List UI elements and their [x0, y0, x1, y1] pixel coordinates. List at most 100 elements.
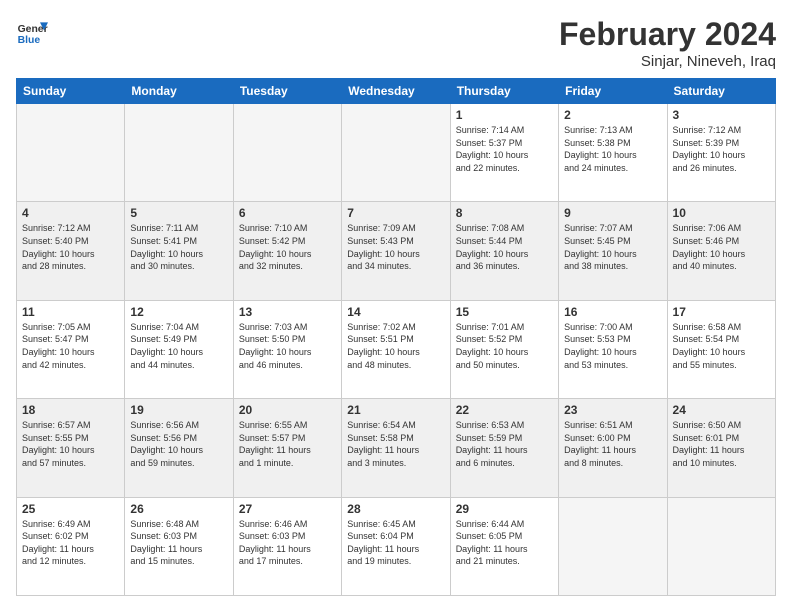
day-number: 11 — [22, 305, 119, 319]
table-row: 29Sunrise: 6:44 AMSunset: 6:05 PMDayligh… — [450, 497, 558, 595]
day-info: Sunrise: 6:50 AMSunset: 6:01 PMDaylight:… — [673, 419, 770, 469]
day-number: 12 — [130, 305, 227, 319]
table-row — [342, 104, 450, 202]
day-info: Sunrise: 7:04 AMSunset: 5:49 PMDaylight:… — [130, 321, 227, 371]
calendar-week-row: 1Sunrise: 7:14 AMSunset: 5:37 PMDaylight… — [17, 104, 776, 202]
table-row: 19Sunrise: 6:56 AMSunset: 5:56 PMDayligh… — [125, 399, 233, 497]
day-info: Sunrise: 7:02 AMSunset: 5:51 PMDaylight:… — [347, 321, 444, 371]
logo: General Blue — [16, 16, 52, 48]
day-info: Sunrise: 6:57 AMSunset: 5:55 PMDaylight:… — [22, 419, 119, 469]
main-title: February 2024 — [559, 16, 776, 53]
day-info: Sunrise: 6:51 AMSunset: 6:00 PMDaylight:… — [564, 419, 661, 469]
day-info: Sunrise: 7:10 AMSunset: 5:42 PMDaylight:… — [239, 222, 336, 272]
day-number: 6 — [239, 206, 336, 220]
day-number: 19 — [130, 403, 227, 417]
day-number: 23 — [564, 403, 661, 417]
day-number: 14 — [347, 305, 444, 319]
day-number: 15 — [456, 305, 553, 319]
table-row: 4 Sunrise: 7:12 AMSunset: 5:40 PMDaylight… — [17, 202, 125, 300]
day-info: Sunrise: 7:06 AMSunset: 5:46 PMDaylight:… — [673, 222, 770, 272]
table-row: 17 Sunrise: 6:58 AMSunset: 5:54 PMDayligh… — [667, 300, 775, 398]
day-number: 20 — [239, 403, 336, 417]
table-row: 12 Sunrise: 7:04 AMSunset: 5:49 PMDayligh… — [125, 300, 233, 398]
svg-text:Blue: Blue — [18, 35, 41, 46]
day-number: 10 — [673, 206, 770, 220]
day-number: 13 — [239, 305, 336, 319]
header: General Blue February 2024 Sinjar, Ninev… — [16, 16, 776, 70]
day-number: 9 — [564, 206, 661, 220]
header-row: Sunday Monday Tuesday Wednesday Thursday… — [17, 79, 776, 104]
day-number: 7 — [347, 206, 444, 220]
calendar-table: Sunday Monday Tuesday Wednesday Thursday… — [16, 78, 776, 596]
calendar-week-row: 25Sunrise: 6:49 AMSunset: 6:02 PMDayligh… — [17, 497, 776, 595]
day-info: Sunrise: 6:44 AMSunset: 6:05 PMDaylight:… — [456, 518, 553, 568]
table-row: 28 Sunrise: 6:45 AMSunset: 6:04 PMDayligh… — [342, 497, 450, 595]
day-number: 24 — [673, 403, 770, 417]
table-row: 14 Sunrise: 7:02 AMSunset: 5:51 PMDayligh… — [342, 300, 450, 398]
day-number: 17 — [673, 305, 770, 319]
day-number: 27 — [239, 502, 336, 516]
day-info: Sunrise: 7:09 AMSunset: 5:43 PMDaylight:… — [347, 222, 444, 272]
day-info: Sunrise: 7:03 AMSunset: 5:50 PMDaylight:… — [239, 321, 336, 371]
day-number: 8 — [456, 206, 553, 220]
day-number: 26 — [130, 502, 227, 516]
table-row: 15 Sunrise: 7:01 AMSunset: 5:52 PMDayligh… — [450, 300, 558, 398]
day-number: 21 — [347, 403, 444, 417]
day-info: Sunrise: 6:54 AMSunset: 5:58 PMDaylight:… — [347, 419, 444, 469]
day-number: 16 — [564, 305, 661, 319]
table-row: 7 Sunrise: 7:09 AMSunset: 5:43 PMDaylight… — [342, 202, 450, 300]
table-row: 6 Sunrise: 7:10 AMSunset: 5:42 PMDaylight… — [233, 202, 341, 300]
table-row: 1Sunrise: 7:14 AMSunset: 5:37 PMDaylight… — [450, 104, 558, 202]
table-row: 20 Sunrise: 6:55 AMSunset: 5:57 PMDayligh… — [233, 399, 341, 497]
table-row: 3Sunrise: 7:12 AMSunset: 5:39 PMDaylight… — [667, 104, 775, 202]
table-row — [125, 104, 233, 202]
table-row: 27 Sunrise: 6:46 AMSunset: 6:03 PMDayligh… — [233, 497, 341, 595]
logo-icon: General Blue — [16, 16, 48, 48]
col-sunday: Sunday — [17, 79, 125, 104]
day-number: 5 — [130, 206, 227, 220]
page: General Blue February 2024 Sinjar, Ninev… — [0, 0, 792, 612]
col-friday: Friday — [559, 79, 667, 104]
day-info: Sunrise: 7:05 AMSunset: 5:47 PMDaylight:… — [22, 321, 119, 371]
day-number: 18 — [22, 403, 119, 417]
day-info: Sunrise: 7:01 AMSunset: 5:52 PMDaylight:… — [456, 321, 553, 371]
table-row: 9 Sunrise: 7:07 AMSunset: 5:45 PMDaylight… — [559, 202, 667, 300]
day-info: Sunrise: 6:46 AMSunset: 6:03 PMDaylight:… — [239, 518, 336, 568]
table-row: 16 Sunrise: 7:00 AMSunset: 5:53 PMDayligh… — [559, 300, 667, 398]
day-number: 2 — [564, 108, 661, 122]
table-row: 18 Sunrise: 6:57 AMSunset: 5:55 PMDayligh… — [17, 399, 125, 497]
col-thursday: Thursday — [450, 79, 558, 104]
table-row: 2 Sunrise: 7:13 AMSunset: 5:38 PMDaylight… — [559, 104, 667, 202]
day-info: Sunrise: 6:48 AMSunset: 6:03 PMDaylight:… — [130, 518, 227, 568]
day-info: Sunrise: 6:45 AMSunset: 6:04 PMDaylight:… — [347, 518, 444, 568]
title-block: February 2024 Sinjar, Nineveh, Iraq — [559, 16, 776, 70]
day-number: 4 — [22, 206, 119, 220]
table-row: 10 Sunrise: 7:06 AMSunset: 5:46 PMDayligh… — [667, 202, 775, 300]
table-row — [17, 104, 125, 202]
day-info: Sunrise: 7:07 AMSunset: 5:45 PMDaylight:… — [564, 222, 661, 272]
table-row: 21 Sunrise: 6:54 AMSunset: 5:58 PMDayligh… — [342, 399, 450, 497]
day-info: Sunrise: 6:49 AMSunset: 6:02 PMDaylight:… — [22, 518, 119, 568]
table-row: 25Sunrise: 6:49 AMSunset: 6:02 PMDayligh… — [17, 497, 125, 595]
day-number: 28 — [347, 502, 444, 516]
table-row — [233, 104, 341, 202]
day-info: Sunrise: 7:14 AMSunset: 5:37 PMDaylight:… — [456, 124, 553, 174]
table-row: 24 Sunrise: 6:50 AMSunset: 6:01 PMDayligh… — [667, 399, 775, 497]
table-row: 13 Sunrise: 7:03 AMSunset: 5:50 PMDayligh… — [233, 300, 341, 398]
table-row: 23 Sunrise: 6:51 AMSunset: 6:00 PMDayligh… — [559, 399, 667, 497]
day-info: Sunrise: 7:11 AMSunset: 5:41 PMDaylight:… — [130, 222, 227, 272]
calendar-week-row: 11 Sunrise: 7:05 AMSunset: 5:47 PMDayligh… — [17, 300, 776, 398]
day-info: Sunrise: 6:55 AMSunset: 5:57 PMDaylight:… — [239, 419, 336, 469]
col-saturday: Saturday — [667, 79, 775, 104]
table-row: 11 Sunrise: 7:05 AMSunset: 5:47 PMDayligh… — [17, 300, 125, 398]
day-info: Sunrise: 7:08 AMSunset: 5:44 PMDaylight:… — [456, 222, 553, 272]
day-info: Sunrise: 7:00 AMSunset: 5:53 PMDaylight:… — [564, 321, 661, 371]
day-number: 22 — [456, 403, 553, 417]
table-row — [559, 497, 667, 595]
subtitle: Sinjar, Nineveh, Iraq — [559, 53, 776, 70]
day-info: Sunrise: 6:53 AMSunset: 5:59 PMDaylight:… — [456, 419, 553, 469]
calendar-week-row: 18 Sunrise: 6:57 AMSunset: 5:55 PMDayligh… — [17, 399, 776, 497]
day-info: Sunrise: 7:12 AMSunset: 5:40 PMDaylight:… — [22, 222, 119, 272]
day-info: Sunrise: 6:58 AMSunset: 5:54 PMDaylight:… — [673, 321, 770, 371]
day-info: Sunrise: 7:13 AMSunset: 5:38 PMDaylight:… — [564, 124, 661, 174]
